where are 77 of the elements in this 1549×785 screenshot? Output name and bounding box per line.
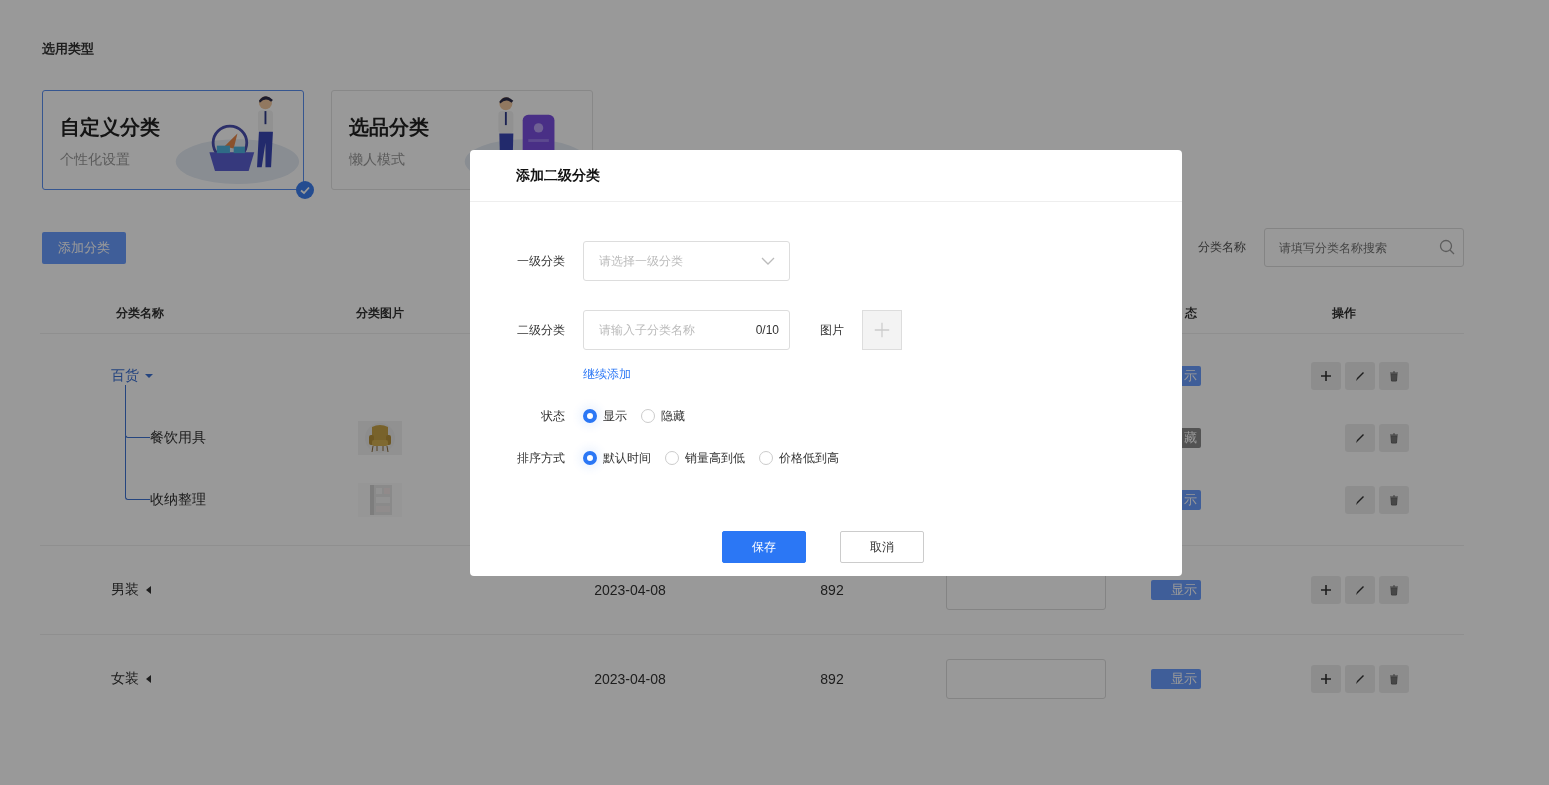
count-text: 892	[820, 671, 844, 687]
field-label: 状态	[540, 407, 565, 425]
section-title: 选用类型	[42, 40, 95, 58]
category-name[interactable]: 男装	[111, 581, 139, 599]
edit-button[interactable]	[1345, 486, 1375, 514]
plus-icon	[1320, 584, 1332, 596]
radio-label[interactable]: 隐藏	[661, 407, 685, 425]
trash-icon	[1388, 370, 1400, 382]
pencil-icon	[1354, 673, 1366, 685]
radio-button[interactable]	[665, 451, 679, 465]
category-name[interactable]: 百货	[111, 367, 139, 385]
edit-button[interactable]	[1345, 576, 1375, 604]
chevron-icon	[761, 257, 775, 265]
card-subtitle: 个性化设置	[60, 151, 131, 169]
radio-label[interactable]: 价格低到高	[779, 449, 839, 467]
caret-icon[interactable]	[145, 372, 153, 380]
edit-button[interactable]	[1345, 362, 1375, 390]
radio-button[interactable]	[641, 409, 655, 423]
character-counter: 0/10	[755, 322, 779, 338]
column-header: 态	[1185, 305, 1197, 320]
add-more-link[interactable]: 继续添加	[583, 367, 631, 381]
field-label: 排序方式	[516, 449, 565, 467]
add-button[interactable]	[1311, 362, 1341, 390]
edit-button[interactable]	[1345, 424, 1375, 452]
search-label: 分类名称	[1198, 239, 1246, 256]
card-subtitle: 懒人模式	[349, 151, 406, 169]
search-icon	[1439, 239, 1455, 255]
card-title: 选品分类	[349, 115, 430, 140]
delete-button[interactable]	[1379, 665, 1409, 693]
pencil-icon	[1354, 370, 1366, 382]
field-label: 图片	[820, 321, 844, 339]
status-tag: 显示	[1151, 669, 1201, 689]
column-header: 分类图片	[356, 305, 404, 320]
check-icon	[296, 181, 314, 199]
field-label: 二级分类	[516, 321, 565, 339]
plus-icon	[1320, 370, 1332, 382]
radio-label[interactable]: 显示	[603, 407, 627, 425]
caret-icon[interactable]	[145, 586, 153, 594]
trash-icon	[1388, 673, 1400, 685]
cancel-button[interactable]: 取消	[840, 531, 924, 563]
type-card[interactable]: 自定义分类 个性化设置	[42, 90, 304, 190]
date-text: 2023-04-08	[594, 582, 666, 598]
tree-line	[125, 385, 150, 438]
date-text: 2023-04-08	[594, 671, 666, 687]
delete-button[interactable]	[1379, 486, 1409, 514]
column-header: 分类名称	[116, 305, 164, 320]
pencil-icon	[1354, 584, 1366, 596]
plus-icon	[1320, 673, 1332, 685]
edit-button[interactable]	[1345, 665, 1375, 693]
trash-icon	[1388, 584, 1400, 596]
field-label: 一级分类	[516, 252, 565, 270]
delete-button[interactable]	[1379, 362, 1409, 390]
category-name[interactable]: 女装	[111, 670, 139, 688]
pencil-icon	[1354, 494, 1366, 506]
trash-icon	[1388, 432, 1400, 444]
radio-button[interactable]	[583, 409, 597, 423]
radio-label[interactable]: 销量高到低	[685, 449, 745, 467]
caret-icon[interactable]	[145, 675, 153, 683]
delete-button[interactable]	[1379, 576, 1409, 604]
column-header: 操作	[1332, 305, 1356, 320]
delete-button[interactable]	[1379, 424, 1409, 452]
trash-icon	[1388, 494, 1400, 506]
radio-button[interactable]	[759, 451, 773, 465]
search-field[interactable]: 请填写分类名称搜索	[1264, 228, 1464, 267]
radio-label[interactable]: 默认时间	[603, 449, 651, 467]
add-button[interactable]	[1311, 576, 1341, 604]
category-name[interactable]: 收纳整理	[150, 491, 206, 509]
count-text: 892	[820, 582, 844, 598]
add-button[interactable]	[1311, 665, 1341, 693]
radio-button[interactable]	[583, 451, 597, 465]
plus-icon	[873, 321, 891, 339]
card-title: 自定义分类	[60, 115, 161, 140]
category-name[interactable]: 餐饮用具	[150, 429, 206, 447]
pencil-icon	[1354, 432, 1366, 444]
status-tag: 显示	[1151, 580, 1201, 600]
tree-line	[125, 436, 150, 500]
save-button[interactable]: 保存	[722, 531, 806, 563]
